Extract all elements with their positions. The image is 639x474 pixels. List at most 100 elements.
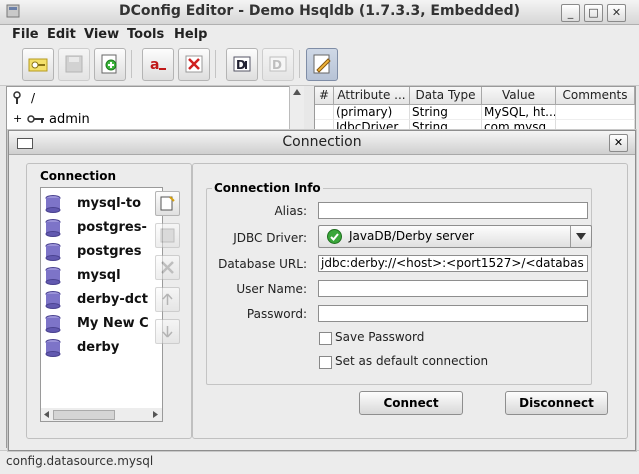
dropdown-button[interactable] [570,226,591,247]
attribute-icon: a [150,57,166,73]
table-header-index[interactable]: # [315,87,334,105]
database-url-input[interactable]: jdbc:derby://<host>:<port1527>/<databas [318,255,588,272]
list-item[interactable]: My New C [41,312,162,336]
connection-info-label: Connection Info [212,181,323,195]
table-cell[interactable] [556,105,635,120]
database-icon [45,315,61,333]
table-cell[interactable]: (primary) [334,105,410,120]
app-icon [6,4,20,18]
dialog-title: Connection [282,134,362,150]
alias-label: Alias: [274,204,307,218]
table-header-datatype[interactable]: Data Type [410,87,482,105]
db-export-icon: D [269,56,287,72]
password-input[interactable] [318,305,588,322]
delete-icon [185,55,203,73]
table-header-attribute[interactable]: Attribute ... [334,87,410,105]
new-key-icon [28,58,48,72]
connect-button[interactable]: Connect [359,391,463,415]
connection-list[interactable]: mysql-to postgres- postgres mysql derby-… [40,187,163,410]
tree-root-label[interactable]: / [31,91,35,105]
save-password-checkbox[interactable] [319,332,332,345]
list-item[interactable]: mysql [41,264,162,288]
add-page-icon [101,54,117,74]
add-attribute-button[interactable]: a [142,48,174,81]
menu-bar: File Edit View Tools Help [0,25,639,45]
svg-text:D: D [236,58,246,72]
delete-icon [161,261,174,274]
table-cell[interactable]: String [410,105,482,120]
minimize-button[interactable]: _ [561,4,580,22]
list-item[interactable]: postgres- [41,216,162,240]
scroll-left-icon [44,411,49,418]
user-name-label: User Name: [236,282,307,296]
scroll-up-icon [293,89,301,95]
connection-name: postgres- [77,220,147,235]
table-cell[interactable] [315,105,334,120]
tree-scrollbar[interactable] [289,86,304,136]
database-icon [45,243,61,261]
delete-connection-button[interactable] [155,255,180,280]
window-title: DConfig Editor - Demo Hsqldb (1.7.3.3, E… [118,3,521,19]
maximize-button[interactable]: □ [584,4,603,22]
edit-button[interactable] [306,48,338,81]
connection-list-hscrollbar[interactable] [40,408,163,422]
database-icon [45,339,61,357]
list-item[interactable]: postgres [41,240,162,264]
menu-tools[interactable]: Tools [127,27,164,42]
menu-view[interactable]: View [84,27,119,42]
import-button[interactable]: D [226,48,258,81]
user-name-input[interactable] [318,280,588,297]
move-down-button[interactable] [155,319,180,344]
table-header-value[interactable]: Value [482,87,556,105]
tree-admin-label[interactable]: admin [49,112,90,127]
connection-label: Connection [40,169,117,183]
table-cell[interactable]: MySQL, ht... [482,105,556,120]
save-button[interactable] [58,48,90,81]
database-icon [45,195,61,213]
new-config-button[interactable] [22,48,54,81]
connection-name: derby [77,340,120,355]
alias-input[interactable] [318,202,588,219]
jdbc-driver-select[interactable]: JavaDB/Derby server [318,225,592,248]
database-icon [45,267,61,285]
menu-file[interactable]: File [12,27,39,42]
key-icon [13,91,21,104]
dialog-titlebar[interactable]: Connection ✕ [9,131,635,155]
table-header-comments[interactable]: Comments [556,87,635,105]
tree-expander[interactable]: + [13,112,22,125]
export-button[interactable]: D [262,48,294,81]
svg-text:D: D [272,58,282,72]
jdbc-driver-label: JDBC Driver: [233,231,307,245]
window-titlebar[interactable]: DConfig Editor - Demo Hsqldb (1.7.3.3, E… [0,0,639,25]
dialog-close-button[interactable]: ✕ [609,134,628,152]
menu-edit[interactable]: Edit [47,27,76,42]
save-connection-button[interactable] [155,223,180,248]
toolbar-separator [299,50,300,78]
delete-button[interactable] [178,48,210,81]
toolbar: a D D [0,45,639,86]
set-default-checkbox[interactable] [319,356,332,369]
menu-help[interactable]: Help [174,27,207,42]
set-default-label[interactable]: Set as default connection [335,354,488,368]
database-icon [45,291,61,309]
connection-dialog: Connection ✕ Connection mysql-to postgre… [8,130,636,451]
status-text: config.datasource.mysql [6,454,154,468]
list-item[interactable]: derby [41,336,162,360]
move-up-button[interactable] [155,287,180,312]
new-connection-button[interactable] [155,191,180,216]
edit-pencil-icon [313,54,331,74]
chevron-down-icon [576,233,586,240]
list-item[interactable]: mysql-to [41,192,162,216]
scroll-thumb[interactable] [53,410,115,420]
database-url-label: Database URL: [218,257,307,271]
save-icon [160,228,175,243]
disconnect-button[interactable]: Disconnect [505,391,608,415]
check-circle-icon [327,229,342,244]
connection-name: mysql [77,268,121,283]
list-item[interactable]: derby-dct [41,288,162,312]
add-button[interactable] [94,48,126,81]
toolbar-separator [215,50,216,78]
save-password-label[interactable]: Save Password [335,330,424,344]
window-close-button[interactable]: ✕ [607,4,626,22]
scroll-right-icon [153,411,158,418]
